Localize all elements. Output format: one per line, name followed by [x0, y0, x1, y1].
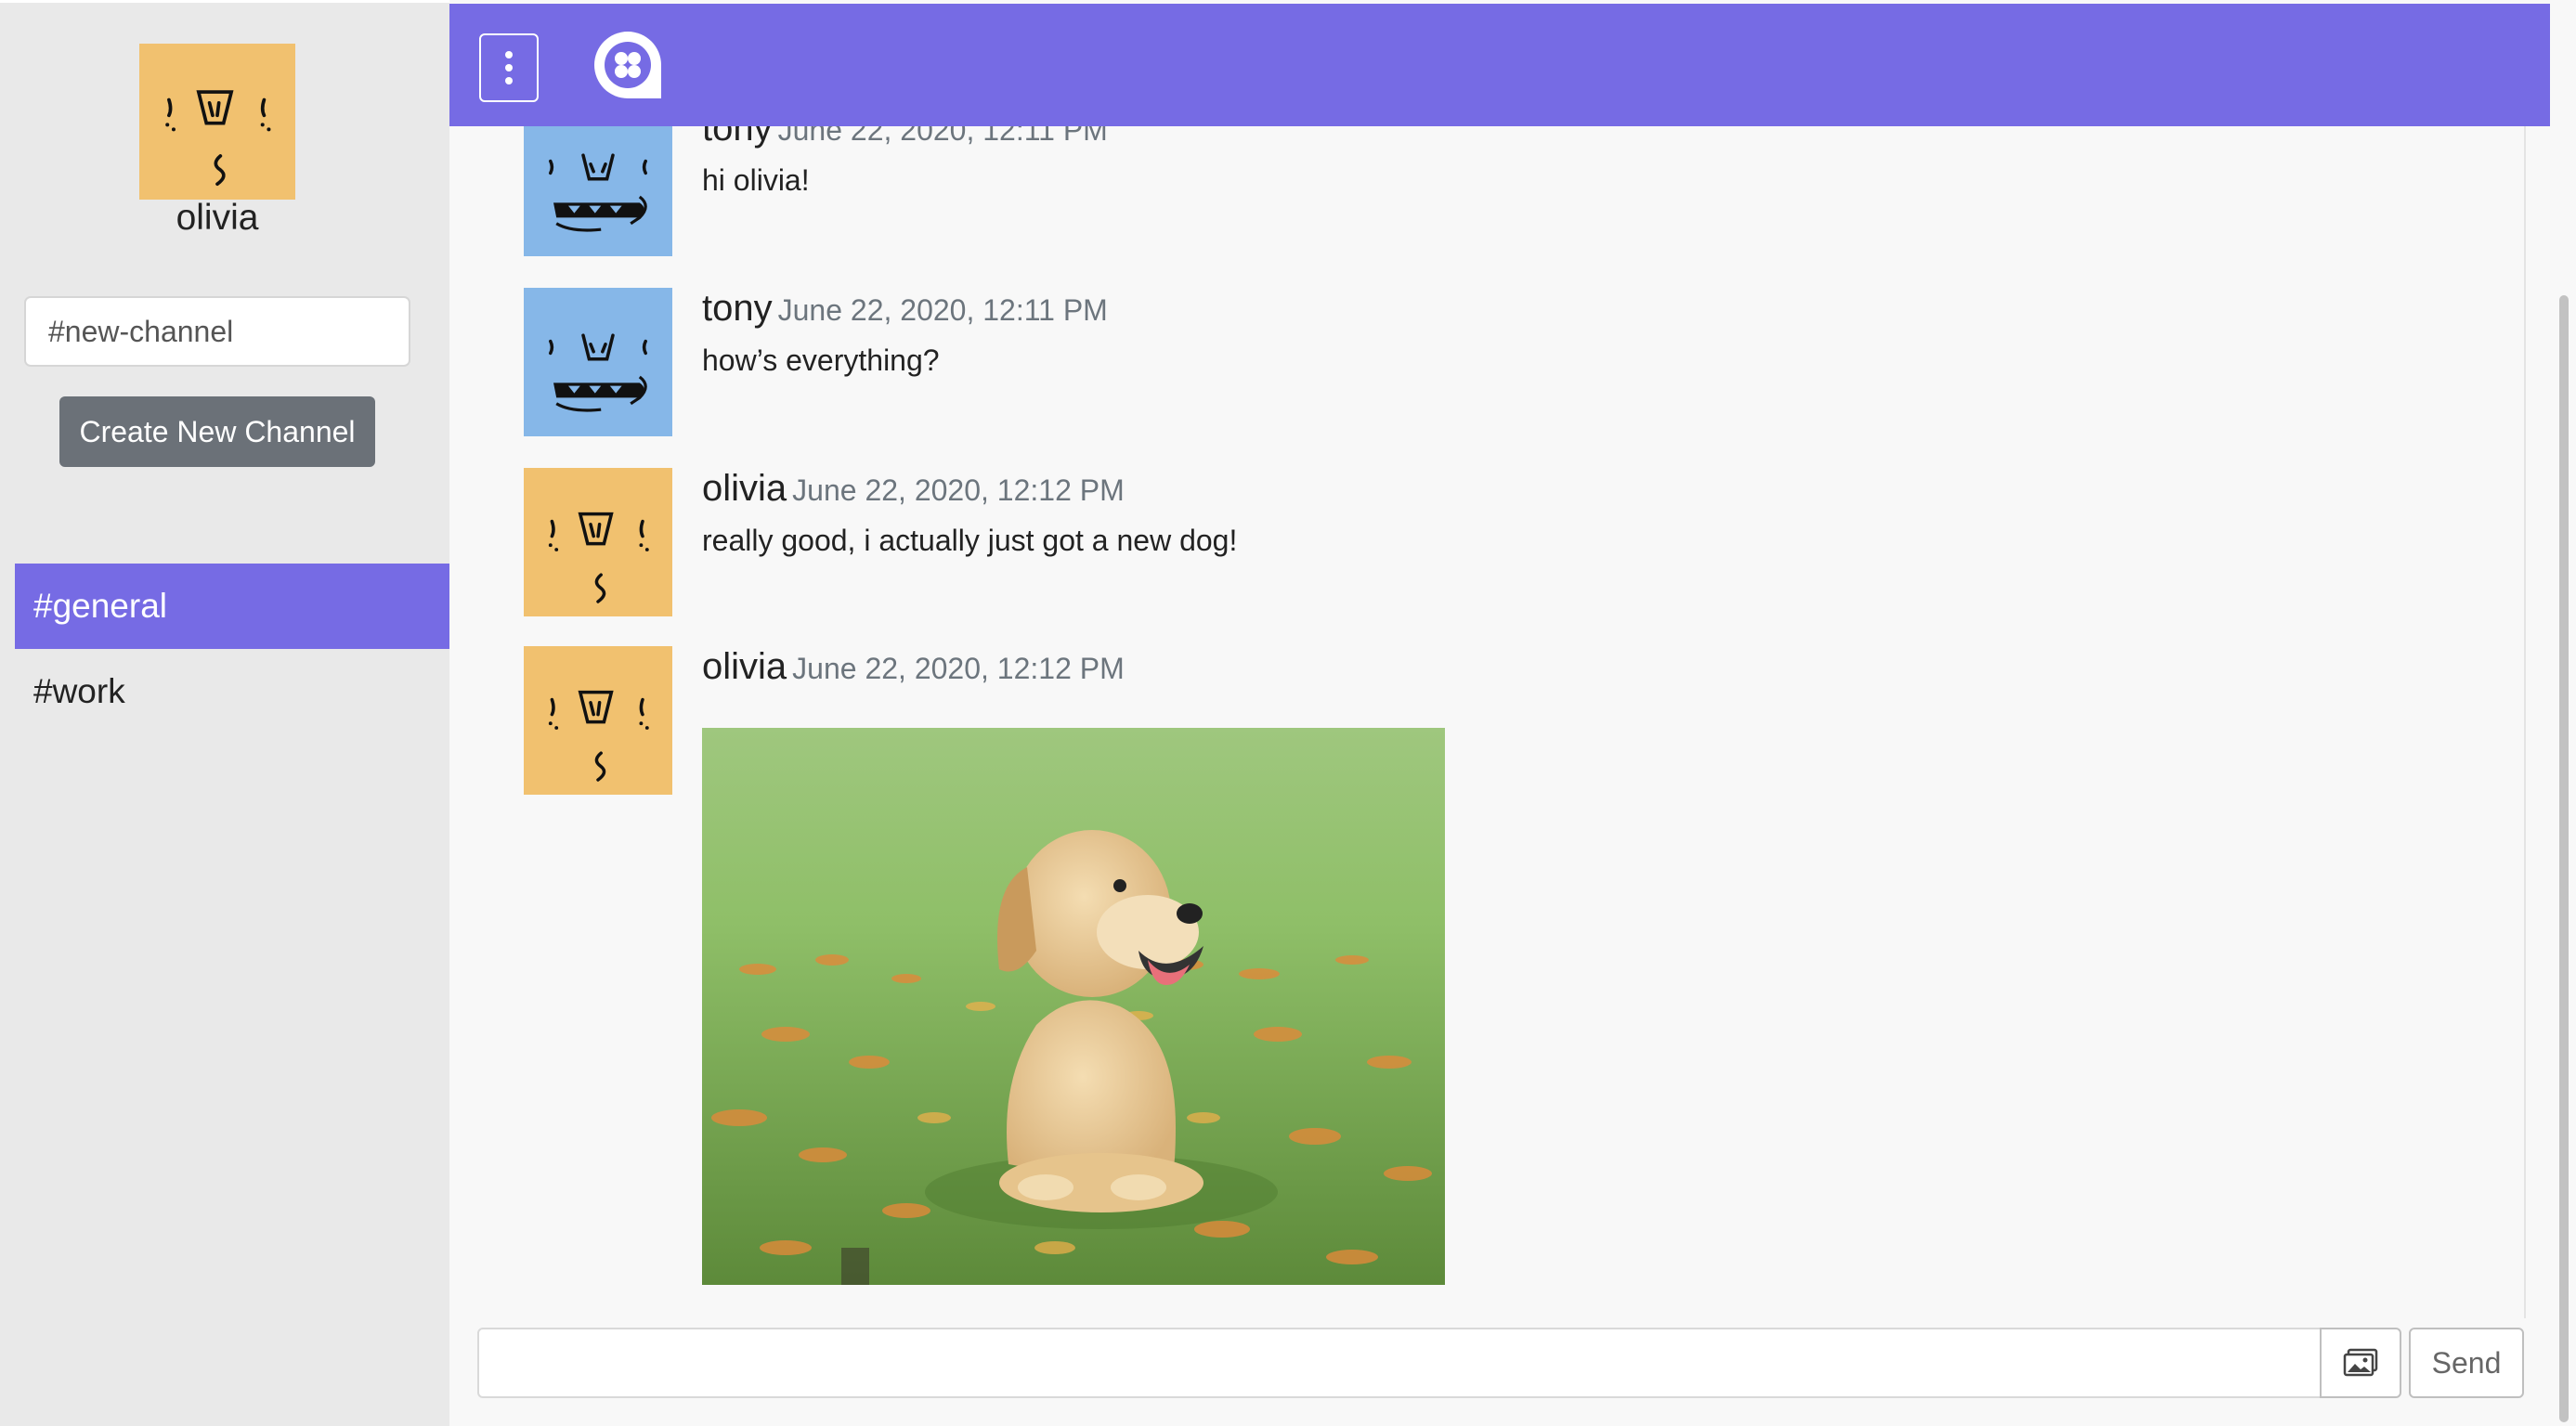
send-button[interactable]: Send [2409, 1328, 2524, 1398]
puppy-photo[interactable] [702, 728, 1445, 1285]
vertical-dots-icon[interactable] [479, 33, 539, 102]
message-item: olivia June 22, 2020, 12:12 PM really goo… [524, 468, 2474, 626]
sidebar: olivia Create New Channel #general #work [0, 0, 449, 1426]
message-item: tony June 22, 2020, 12:11 PM how’s everyt… [524, 288, 2474, 446]
tony-avatar[interactable] [524, 126, 672, 256]
message-list[interactable]: tony June 22, 2020, 12:11 PM hi olivia! t… [449, 126, 2524, 1318]
tony-avatar[interactable] [524, 288, 672, 436]
message-author: tony [702, 288, 773, 329]
new-channel-input[interactable] [24, 296, 410, 367]
olivia-avatar[interactable] [524, 646, 672, 795]
create-channel-button[interactable]: Create New Channel [59, 396, 375, 467]
channel-list: #general #work [15, 564, 449, 734]
message-timestamp: June 22, 2020, 12:12 PM [792, 473, 1125, 507]
message-item: olivia June 22, 2020, 12:12 PM [524, 646, 2474, 1296]
image-upload-icon [2343, 1348, 2378, 1377]
message-author: olivia [702, 646, 787, 687]
scrollbar-thumb[interactable] [2559, 295, 2569, 1422]
message-input[interactable] [477, 1328, 2322, 1398]
channel-item-general[interactable]: #general [15, 564, 449, 649]
message-author: olivia [702, 468, 787, 509]
chat-divider [2524, 126, 2526, 1318]
image-upload-button[interactable] [2320, 1328, 2401, 1398]
chat-app-logo-icon[interactable] [591, 28, 665, 102]
message-text: really good, i actually just got a new d… [702, 524, 1238, 557]
message-composer: Send [449, 1318, 2550, 1426]
message-text: how’s everything? [702, 344, 940, 377]
top-bar [449, 4, 2550, 126]
message-timestamp: June 22, 2020, 12:11 PM [777, 126, 1108, 147]
chat-app: olivia Create New Channel #general #work [0, 0, 2576, 1426]
profile-avatar[interactable] [139, 44, 295, 200]
olivia-avatar[interactable] [524, 468, 672, 616]
profile-name: olivia [176, 198, 259, 238]
message-timestamp: June 22, 2020, 12:11 PM [777, 293, 1108, 327]
message-author: tony [702, 126, 773, 149]
message-item: tony June 22, 2020, 12:11 PM hi olivia! [524, 126, 2474, 275]
message-timestamp: June 22, 2020, 12:12 PM [792, 652, 1125, 685]
message-text: hi olivia! [702, 163, 810, 197]
channel-item-work[interactable]: #work [15, 649, 449, 734]
